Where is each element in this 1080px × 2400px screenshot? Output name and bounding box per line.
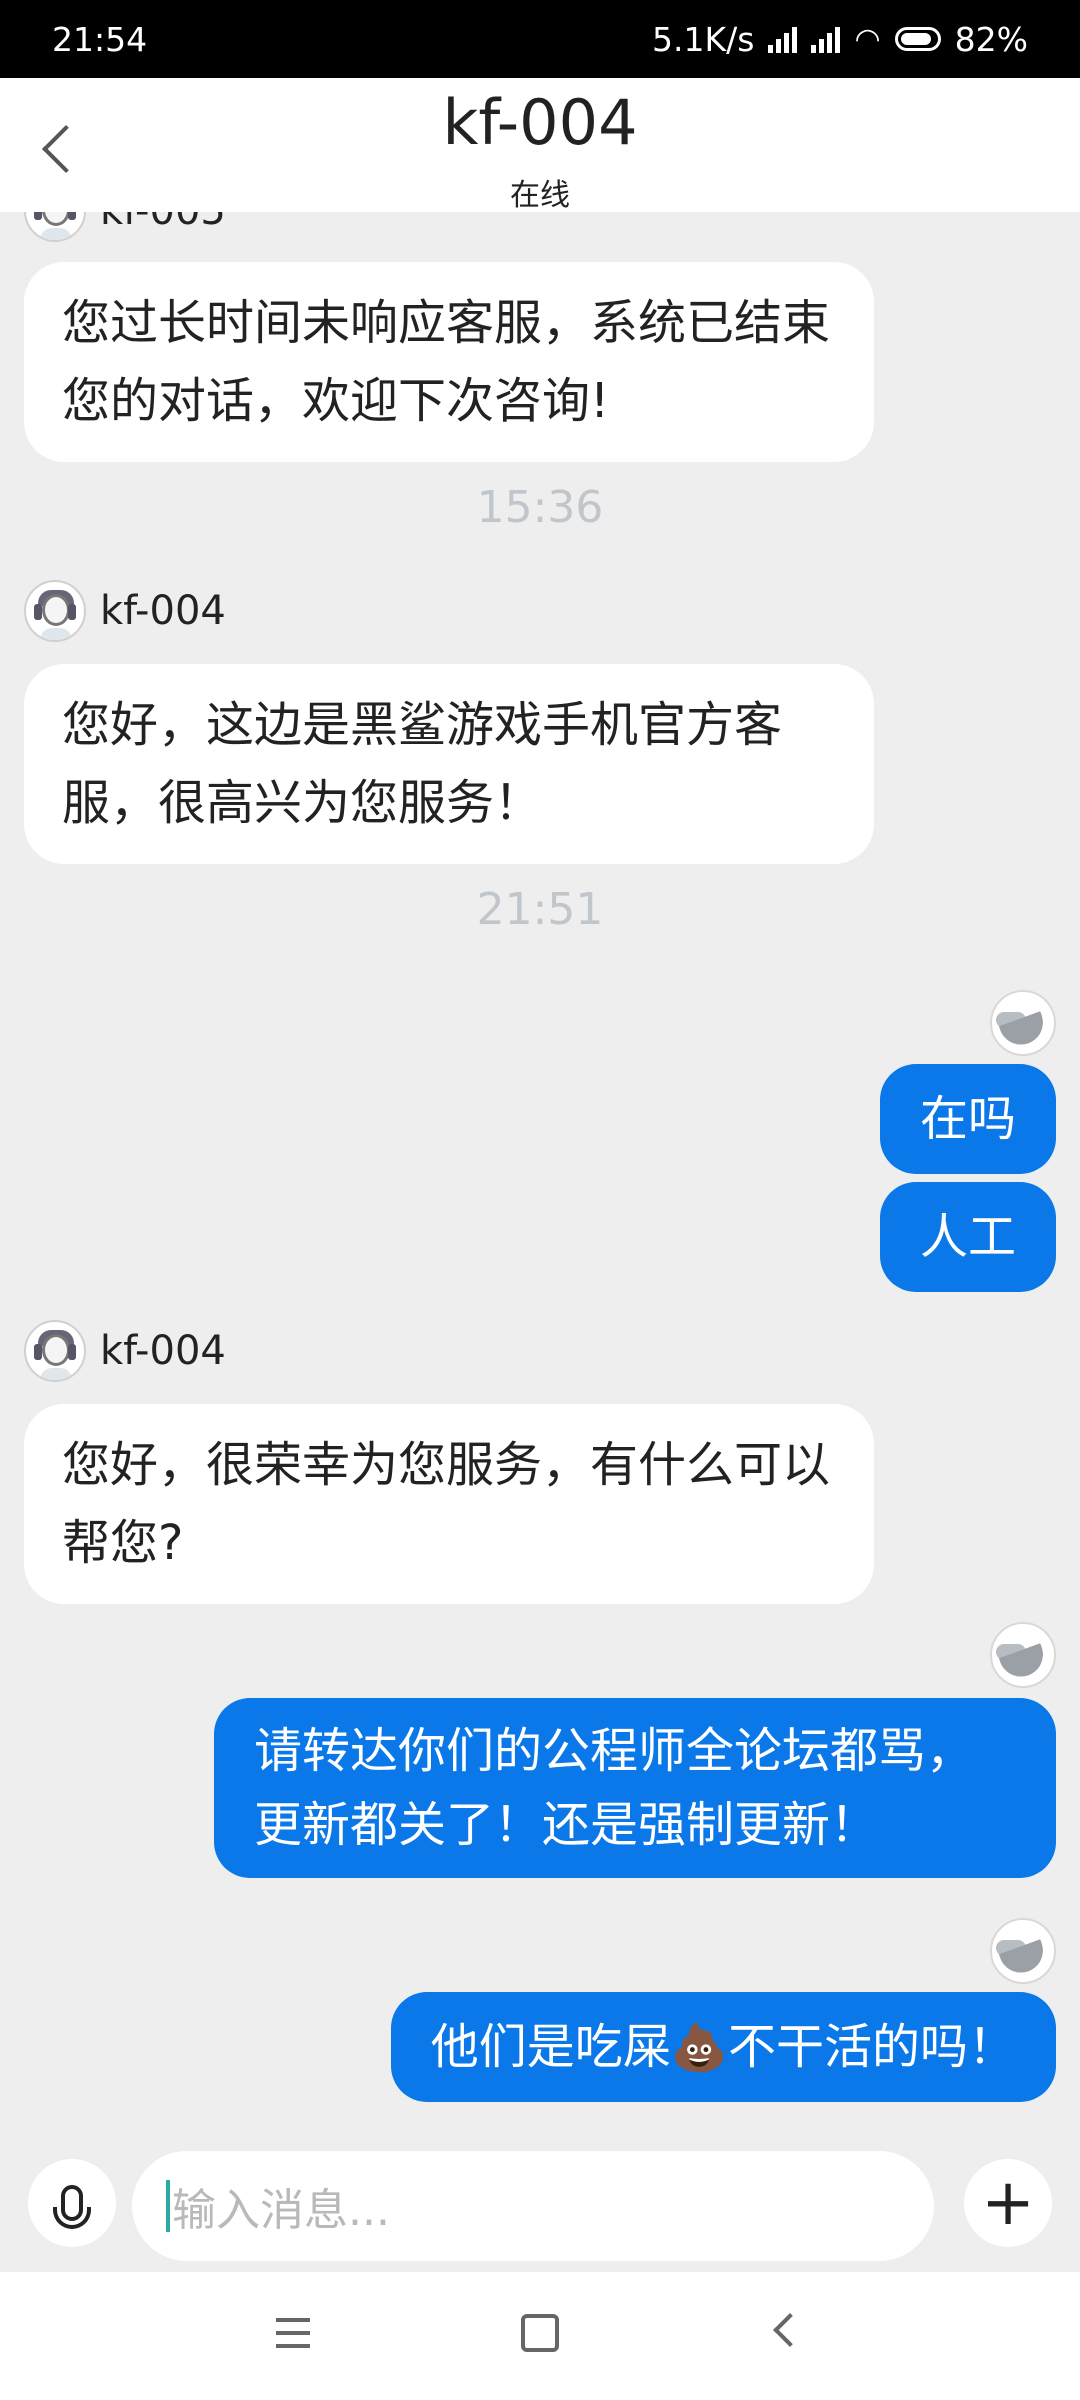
menu-icon[interactable] xyxy=(276,2318,310,2348)
user-message[interactable]: 人工 xyxy=(879,1182,1056,1292)
online-status: 在线 xyxy=(510,178,570,213)
message-text: 他们是吃屎 xyxy=(430,2019,671,2075)
poop-emoji-icon: 💩 xyxy=(670,2020,728,2074)
status-time: 21:54 xyxy=(52,19,148,59)
back-chevron-icon[interactable] xyxy=(773,2313,807,2347)
chat-header: kf-004 在线 xyxy=(0,78,1080,213)
network-speed: 5.1K/s xyxy=(652,19,755,59)
agent-avatar xyxy=(24,212,86,242)
agent-avatar xyxy=(24,1320,86,1382)
plus-button[interactable]: + xyxy=(964,2159,1052,2247)
status-indicators: 5.1K/s ◠ 82% xyxy=(652,20,1028,59)
wifi-icon: ◠ xyxy=(854,21,881,57)
plus-icon: + xyxy=(981,2166,1035,2240)
agent-avatar xyxy=(24,580,86,642)
user-avatar xyxy=(990,990,1056,1056)
message-text: 不干活的吗！ xyxy=(727,2019,1016,2075)
voice-button[interactable] xyxy=(28,2159,116,2247)
battery-icon xyxy=(894,27,941,51)
agent-message[interactable]: 您好，很荣幸为您服务，有什么可以帮您? xyxy=(24,1404,874,1604)
input-bar: 输入消息... + xyxy=(0,2147,1080,2272)
text-cursor xyxy=(166,2180,170,2232)
signal-1-icon xyxy=(768,25,798,53)
signal-2-icon xyxy=(811,25,841,53)
user-message[interactable]: 请转达你们的公程师全论坛都骂，更新都关了！还是强制更新！ xyxy=(214,1698,1056,1878)
system-nav-bar xyxy=(0,2272,1080,2400)
message-list[interactable]: kf-005 您过长时间未响应客服，系统已结束您的对话，欢迎下次咨询! 15:3… xyxy=(0,212,1080,2147)
battery-level: 82% xyxy=(954,19,1028,59)
status-bar: 21:54 5.1K/s ◠ 82% xyxy=(0,0,1080,78)
timestamp: 15:36 xyxy=(476,482,604,533)
agent-name: kf-004 xyxy=(100,1328,226,1374)
user-message[interactable]: 在吗 xyxy=(879,1064,1056,1174)
microphone-icon xyxy=(53,2185,91,2229)
chat-title: kf-004 xyxy=(442,86,638,159)
agent-message[interactable]: 您好，这边是黑鲨游戏手机官方客服，很高兴为您服务！ xyxy=(24,664,874,864)
agent-message[interactable]: 您过长时间未响应客服，系统已结束您的对话，欢迎下次咨询! xyxy=(24,262,874,462)
timestamp: 21:51 xyxy=(476,884,604,935)
agent-header: kf-004 xyxy=(24,580,226,642)
agent-header: kf-005 xyxy=(24,212,226,242)
user-avatar xyxy=(990,1622,1056,1688)
message-input[interactable]: 输入消息... xyxy=(132,2151,1046,2261)
agent-name: kf-005 xyxy=(100,212,226,234)
agent-name: kf-004 xyxy=(100,588,226,634)
agent-header: kf-004 xyxy=(24,1320,226,1382)
input-placeholder: 输入消息... xyxy=(172,2185,390,2236)
home-square-icon[interactable] xyxy=(521,2314,559,2352)
user-avatar xyxy=(990,1918,1056,1984)
user-message[interactable]: 他们是吃屎💩不干活的吗！ xyxy=(390,1992,1056,2102)
